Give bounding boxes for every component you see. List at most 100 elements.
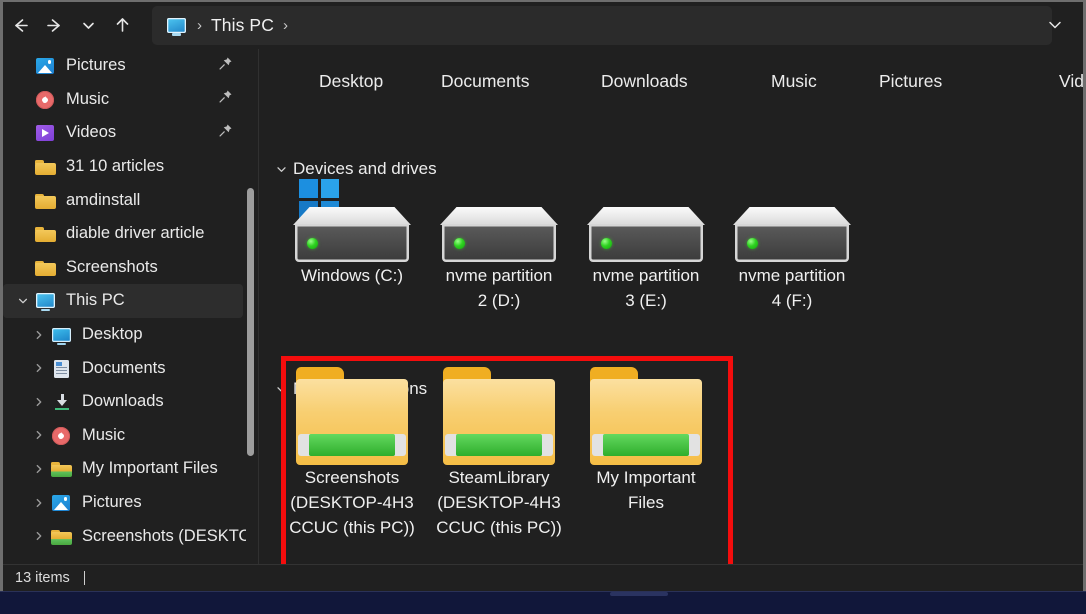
breadcrumb-separator-leading: › <box>197 17 202 34</box>
sidebar-item-label: Documents <box>82 358 166 377</box>
drive-label: nvme partition 2 (D:) <box>445 266 553 310</box>
sidebar-item-screenshots-desktop[interactable]: Screenshots (DESKTOP- <box>3 519 251 553</box>
chevron-right-icon[interactable] <box>27 362 51 374</box>
drive-tile[interactable]: nvme partition 4 (F:) <box>717 179 867 313</box>
group-label: Devices and drives <box>293 159 437 178</box>
sidebar-item-label: My Important Files <box>82 459 218 478</box>
back-arrow-icon[interactable] <box>3 10 37 42</box>
sidebar-item-label: 31 10 articles <box>66 157 165 176</box>
address-bar[interactable]: › This PC › <box>152 6 1052 45</box>
windows-taskbar[interactable] <box>0 591 1086 614</box>
documents-icon <box>51 359 73 378</box>
pin-icon[interactable] <box>218 123 233 143</box>
quick-access-item-vid[interactable]: Vid <box>1059 71 1083 92</box>
quick-access-item-documents[interactable]: Documents <box>441 71 530 92</box>
quick-access-item-music[interactable]: Music <box>771 71 817 92</box>
sidebar-item-label: Downloads <box>82 392 164 411</box>
sidebar-item-my-important-files[interactable]: My Important Files <box>3 452 251 486</box>
breadcrumb-separator-trailing[interactable]: › <box>274 18 297 33</box>
pin-icon[interactable] <box>218 56 233 76</box>
chevron-down-icon <box>272 163 291 176</box>
sidebar-item-pictures[interactable]: Pictures <box>3 49 251 83</box>
sidebar-item-label: Pictures <box>66 56 126 75</box>
sidebar-item-31-10-articles[interactable]: 31 10 articles <box>3 150 251 184</box>
item-count-label: 13 items <box>15 570 70 586</box>
quick-access-item-downloads[interactable]: Downloads <box>601 71 688 92</box>
recent-locations-chevron-down-icon[interactable] <box>71 10 105 42</box>
chevron-right-icon[interactable] <box>27 429 51 441</box>
drive-tile[interactable]: nvme partition 3 (E:) <box>571 179 721 313</box>
chevron-right-icon[interactable] <box>27 463 51 475</box>
pin-icon[interactable] <box>218 89 233 109</box>
network-location-label: My Important Files <box>596 468 696 512</box>
expand-toolbar-chevron-down-icon[interactable] <box>1041 12 1069 38</box>
group-header-devices-and-drives[interactable]: Devices and drives <box>272 159 437 179</box>
chevron-right-icon[interactable] <box>27 497 51 509</box>
sidebar-item-downloads[interactable]: Downloads <box>3 385 251 419</box>
downloads-icon <box>51 392 73 411</box>
sidebar-item-amdinstall[interactable]: amdinstall <box>3 183 251 217</box>
drive-status-led-icon <box>307 238 318 249</box>
network-folder-icon <box>443 367 555 465</box>
folder-icon <box>35 191 57 210</box>
drive-icon <box>587 179 705 263</box>
up-arrow-icon[interactable] <box>105 10 139 42</box>
sidebar-item-label: Music <box>82 425 126 444</box>
drive-status-led-icon <box>601 238 612 249</box>
drive-status-led-icon <box>747 238 758 249</box>
network-folder-icon <box>590 367 702 465</box>
forward-arrow-icon[interactable] <box>37 10 71 42</box>
file-list-pane[interactable]: Desktop Documents Downloads Music Pictures Vi… <box>259 49 1083 573</box>
breadcrumb-this-pc[interactable]: This PC <box>211 15 274 36</box>
sidebar-item-desktop[interactable]: Desktop <box>3 318 251 352</box>
desktop-icon <box>51 325 73 346</box>
network-location-tile[interactable]: Screenshots (DESKTOP-4H3 CCUC (this PC)) <box>277 367 427 540</box>
chevron-right-icon[interactable] <box>27 396 51 408</box>
sidebar-item-diable-driver-article[interactable]: diable driver article <box>3 217 251 251</box>
text-caret <box>83 571 85 585</box>
pictures-icon <box>35 56 57 75</box>
network-location-tile[interactable]: My Important Files <box>571 367 721 515</box>
drive-tile[interactable]: Windows (C:) <box>277 179 427 288</box>
file-explorer-window: › This PC › Pictures Music Videos 31 10 art… <box>0 0 1086 614</box>
sidebar-item-documents[interactable]: Documents <box>3 351 251 385</box>
sidebar-item-this-pc[interactable]: This PC <box>3 284 243 318</box>
network-location-tile[interactable]: SteamLibrary (DESKTOP-4H3 CCUC (this PC)… <box>424 367 574 540</box>
chevron-right-icon[interactable] <box>27 329 51 341</box>
sidebar-item-label: Pictures <box>82 493 142 512</box>
music-icon <box>35 89 57 109</box>
music-icon <box>51 425 73 445</box>
quick-access-row: Desktop Documents Downloads Music Pictures Vi… <box>259 49 1083 99</box>
folder-icon <box>35 258 57 277</box>
sidebar-item-pictures[interactable]: Pictures <box>3 486 251 520</box>
navigation-buttons <box>3 2 139 49</box>
sidebar-item-label: Videos <box>66 123 117 142</box>
sidebar-item-label: Screenshots (DESKTOP- <box>82 526 251 545</box>
taskbar-active-app-indicator[interactable] <box>610 592 668 596</box>
sidebar-item-videos[interactable]: Videos <box>3 116 251 150</box>
sidebar-item-label: Desktop <box>82 325 143 344</box>
status-bar: 13 items <box>3 564 1083 591</box>
quick-access-item-pictures[interactable]: Pictures <box>879 71 942 92</box>
videos-icon <box>35 123 57 142</box>
title-bar: › This PC › <box>3 2 1083 49</box>
drive-status-led-icon <box>454 238 465 249</box>
drive-icon <box>293 179 411 263</box>
drive-icon <box>733 179 851 263</box>
sidebar-item-label: diable driver article <box>66 224 205 243</box>
chevron-down-icon[interactable] <box>11 295 35 307</box>
drive-tile[interactable]: nvme partition 2 (D:) <box>424 179 574 313</box>
network-folder-icon <box>51 527 73 546</box>
pictures-icon <box>51 493 73 512</box>
navigation-pane[interactable]: Pictures Music Videos 31 10 articles amdinst… <box>3 49 251 573</box>
quick-access-item-desktop[interactable]: Desktop <box>319 71 383 92</box>
sidebar-item-music[interactable]: Music <box>3 419 251 453</box>
chevron-right-icon[interactable] <box>27 530 51 542</box>
drive-label: nvme partition 3 (E:) <box>592 266 700 310</box>
sidebar-item-music[interactable]: Music <box>3 83 251 117</box>
drive-label: Windows (C:) <box>300 266 403 285</box>
sidebar-item-screenshots[interactable]: Screenshots <box>3 251 251 285</box>
sidebar-item-label: Screenshots <box>66 257 158 276</box>
sidebar-scrollbar-thumb[interactable] <box>247 188 254 456</box>
this-pc-icon <box>35 291 57 312</box>
